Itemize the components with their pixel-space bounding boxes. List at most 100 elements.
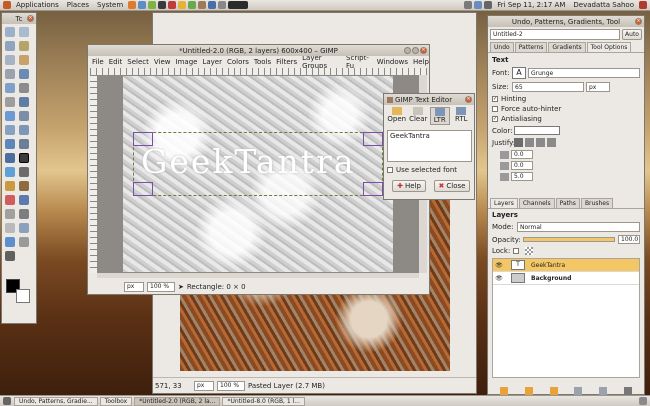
tab-patterns[interactable]: Patterns — [514, 42, 548, 52]
network-icon[interactable] — [188, 1, 197, 9]
image-close-button[interactable]: × — [420, 47, 427, 54]
color-button[interactable] — [514, 126, 560, 135]
paintbrush-icon[interactable] — [19, 181, 29, 191]
clock[interactable]: Fri Sep 11, 2:17 AM — [493, 1, 569, 9]
show-desktop-icon[interactable] — [3, 397, 11, 405]
delete-layer-icon[interactable] — [623, 387, 632, 395]
image-titlebar[interactable]: *Untitled-2.0 (RGB, 2 layers) 600x400 – … — [88, 45, 429, 56]
menu-colors[interactable]: Colors — [227, 58, 249, 66]
airbrush-icon[interactable] — [19, 195, 29, 205]
justify-right-icon[interactable] — [525, 138, 534, 147]
tab-channels[interactable]: Channels — [518, 198, 555, 208]
background-color-swatch[interactable] — [16, 289, 30, 303]
toolbox-titlebar[interactable]: Tc × — [2, 13, 36, 24]
trash-icon[interactable] — [639, 397, 647, 405]
menu-windows[interactable]: Windows — [377, 58, 408, 66]
lock-alpha-icon[interactable] — [525, 247, 533, 255]
help-button[interactable]: ✚ Help — [392, 180, 426, 192]
line-spacing-entry[interactable]: 0.0 — [511, 161, 533, 170]
tab-brushes[interactable]: Brushes — [580, 198, 614, 208]
justify-left-icon[interactable] — [514, 138, 523, 147]
shear-icon[interactable] — [5, 139, 15, 149]
dodge-icon[interactable] — [5, 251, 15, 261]
firefox-icon[interactable] — [128, 1, 137, 9]
menu-edit[interactable]: Edit — [109, 58, 123, 66]
size-unit-select[interactable]: px — [586, 82, 610, 92]
perspective-icon[interactable] — [19, 139, 29, 149]
pencil-icon[interactable] — [5, 181, 15, 191]
power-icon[interactable] — [639, 1, 647, 9]
clone-icon[interactable] — [19, 209, 29, 219]
gimp-icon[interactable] — [198, 1, 207, 9]
antialiasing-box[interactable]: ✓ — [492, 116, 498, 122]
back-zoom-select[interactable]: 100 % — [217, 380, 245, 391]
tab-undo[interactable]: Undo — [490, 42, 514, 52]
justify-fill-icon[interactable] — [547, 138, 556, 147]
text-tool-icon[interactable] — [19, 153, 29, 163]
clear-button[interactable]: Clear — [408, 107, 427, 125]
back-unit-select[interactable]: px — [194, 380, 214, 391]
letter-spacing-entry[interactable]: 5.0 — [511, 172, 533, 181]
mail-indicator-icon[interactable] — [474, 1, 483, 9]
use-selected-font-checkbox[interactable]: Use selected font — [387, 166, 457, 174]
use-selected-font-box[interactable] — [387, 167, 393, 173]
terminal-icon[interactable] — [158, 1, 167, 9]
menu-tools[interactable]: Tools — [254, 58, 271, 66]
task-image-8[interactable]: *Untitled-8.0 (RGB, 1 l... — [222, 396, 305, 406]
image-canvas[interactable]: GeekTantra — [123, 76, 393, 272]
chat-icon[interactable] — [148, 1, 157, 9]
bucket-fill-icon[interactable] — [5, 167, 15, 177]
editor-icon[interactable] — [208, 1, 217, 9]
rotate-icon[interactable] — [5, 125, 15, 135]
bluetooth-icon[interactable] — [464, 1, 473, 9]
text-editor-close-x[interactable]: × — [465, 96, 472, 103]
antialiasing-checkbox[interactable]: ✓ Antialiasing — [492, 115, 640, 123]
align-icon[interactable] — [5, 111, 15, 121]
menu-view[interactable]: View — [154, 58, 171, 66]
open-button[interactable]: Open — [387, 107, 406, 125]
size-entry[interactable]: 65 — [512, 82, 584, 92]
justify-center-icon[interactable] — [536, 138, 545, 147]
dock-close-button[interactable]: × — [635, 18, 642, 25]
auto-button[interactable]: Auto — [622, 29, 642, 40]
menu-select[interactable]: Select — [127, 58, 149, 66]
mail-icon[interactable] — [138, 1, 147, 9]
menu-applications[interactable]: Applications — [12, 1, 63, 9]
ellipse-select-icon[interactable] — [19, 27, 29, 37]
foreground-select-icon[interactable] — [5, 69, 15, 79]
eye-icon[interactable]: 👁 — [493, 262, 505, 269]
menu-image[interactable]: Image — [176, 58, 198, 66]
ltr-button[interactable]: LTR — [429, 107, 450, 125]
ink-icon[interactable] — [5, 209, 15, 219]
tab-paths[interactable]: Paths — [555, 198, 580, 208]
font-preview-icon[interactable]: A — [512, 67, 526, 79]
mode-select[interactable]: Normal — [517, 222, 640, 232]
color-picker-icon[interactable] — [5, 83, 15, 93]
rtl-button[interactable]: RTL — [452, 107, 471, 125]
text-editor-titlebar[interactable]: GIMP Text Editor × — [384, 94, 474, 105]
zoom-select[interactable]: 100 % — [147, 281, 175, 292]
scissors-icon[interactable] — [19, 55, 29, 65]
handle-bottom-right[interactable] — [363, 182, 383, 196]
measure-icon[interactable] — [5, 97, 15, 107]
crop-icon[interactable] — [19, 111, 29, 121]
force-autohinter-checkbox[interactable]: Force auto-hinter — [492, 105, 640, 113]
duplicate-layer-icon[interactable] — [574, 387, 583, 395]
raise-layer-icon[interactable] — [524, 387, 533, 395]
opacity-slider[interactable] — [523, 237, 615, 242]
paths-icon[interactable] — [19, 69, 29, 79]
color-select-icon[interactable] — [5, 55, 15, 65]
layer-row-background[interactable]: 👁 Background — [493, 272, 639, 285]
menu-system[interactable]: System — [93, 1, 127, 9]
menu-help[interactable]: Help — [413, 58, 429, 66]
user-name[interactable]: Devadatta Sahoo — [569, 1, 638, 9]
menu-places[interactable]: Places — [63, 1, 93, 9]
lock-pixels-checkbox[interactable] — [513, 248, 519, 254]
image-minimize-button[interactable] — [404, 47, 411, 54]
new-layer-icon[interactable] — [500, 387, 509, 395]
fuzzy-select-icon[interactable] — [19, 41, 29, 51]
dock-titlebar[interactable]: Undo, Patterns, Gradients, Tool × — [488, 16, 644, 27]
perspective-clone-icon[interactable] — [19, 223, 29, 233]
image-select[interactable]: Untitled-2 — [490, 29, 620, 40]
move-icon[interactable] — [19, 97, 29, 107]
